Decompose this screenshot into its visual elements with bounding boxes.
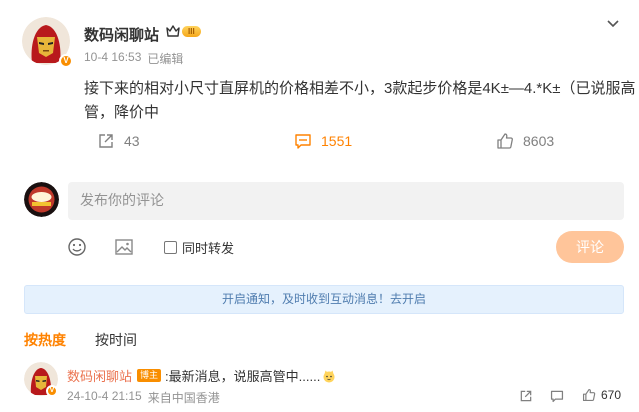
comment-row: 数码闲聊站 博主 :最新消息，说服高管中...... [67, 366, 336, 385]
comment-reply-icon[interactable] [550, 389, 564, 408]
my-avatar[interactable] [24, 182, 59, 217]
comment-count: 1551 [321, 133, 353, 149]
post-time[interactable]: 10-4 16:53 [84, 50, 141, 67]
repost-button[interactable]: 43 [97, 132, 140, 150]
thumbs-up-icon [496, 132, 514, 150]
comment-reply-share-icon[interactable] [519, 389, 533, 408]
comment-button[interactable]: 1551 [294, 132, 352, 150]
crown-level-icon: III [166, 24, 201, 38]
notification-banner[interactable]: 开启通知，及时收到互动消息！去开启 [24, 285, 624, 314]
submit-comment-button[interactable]: 评论 [556, 231, 624, 263]
cat-emoji-icon [322, 369, 336, 383]
post-text: 接下来的相对小尺寸直屏机的价格相差不小，3款起步价格是4K±—4.*K±（已说服… [84, 80, 636, 121]
comment-icon [294, 132, 312, 150]
repost-count: 43 [124, 133, 140, 149]
comment-time: 24-10-4 21:15 [67, 389, 142, 403]
comment-thumbs-up-icon [582, 388, 596, 402]
emoji-icon[interactable] [67, 237, 87, 262]
verified-badge-icon: V [59, 54, 73, 68]
comment-author[interactable]: 数码闲聊站 [67, 366, 132, 385]
also-repost-label[interactable]: 同时转发 [182, 238, 234, 257]
like-button[interactable]: 8603 [496, 132, 554, 150]
comment-location: 来自中国香港 [147, 391, 220, 405]
author-tag-badge: 博主 [137, 369, 162, 382]
comment-like-count: 670 [601, 388, 622, 402]
level-badge: III [182, 25, 201, 37]
image-icon[interactable] [114, 237, 134, 262]
author-name[interactable]: 数码闲聊站 [84, 24, 159, 45]
tab-sort-time[interactable]: 按时间 [95, 330, 137, 350]
comment-input[interactable]: 发布你的评论 [68, 182, 624, 220]
edited-label[interactable]: 已编辑 [147, 50, 183, 67]
comment-text: :最新消息，说服高管中...... [165, 369, 321, 384]
like-count: 8603 [523, 133, 555, 149]
tab-sort-hot[interactable]: 按热度 [24, 330, 66, 350]
comment-like-button[interactable]: 670 [582, 388, 621, 402]
more-chevron-icon[interactable] [606, 16, 620, 34]
share-icon [97, 132, 115, 150]
comment-verified-icon: V [46, 385, 58, 397]
also-repost-checkbox[interactable] [164, 241, 177, 254]
